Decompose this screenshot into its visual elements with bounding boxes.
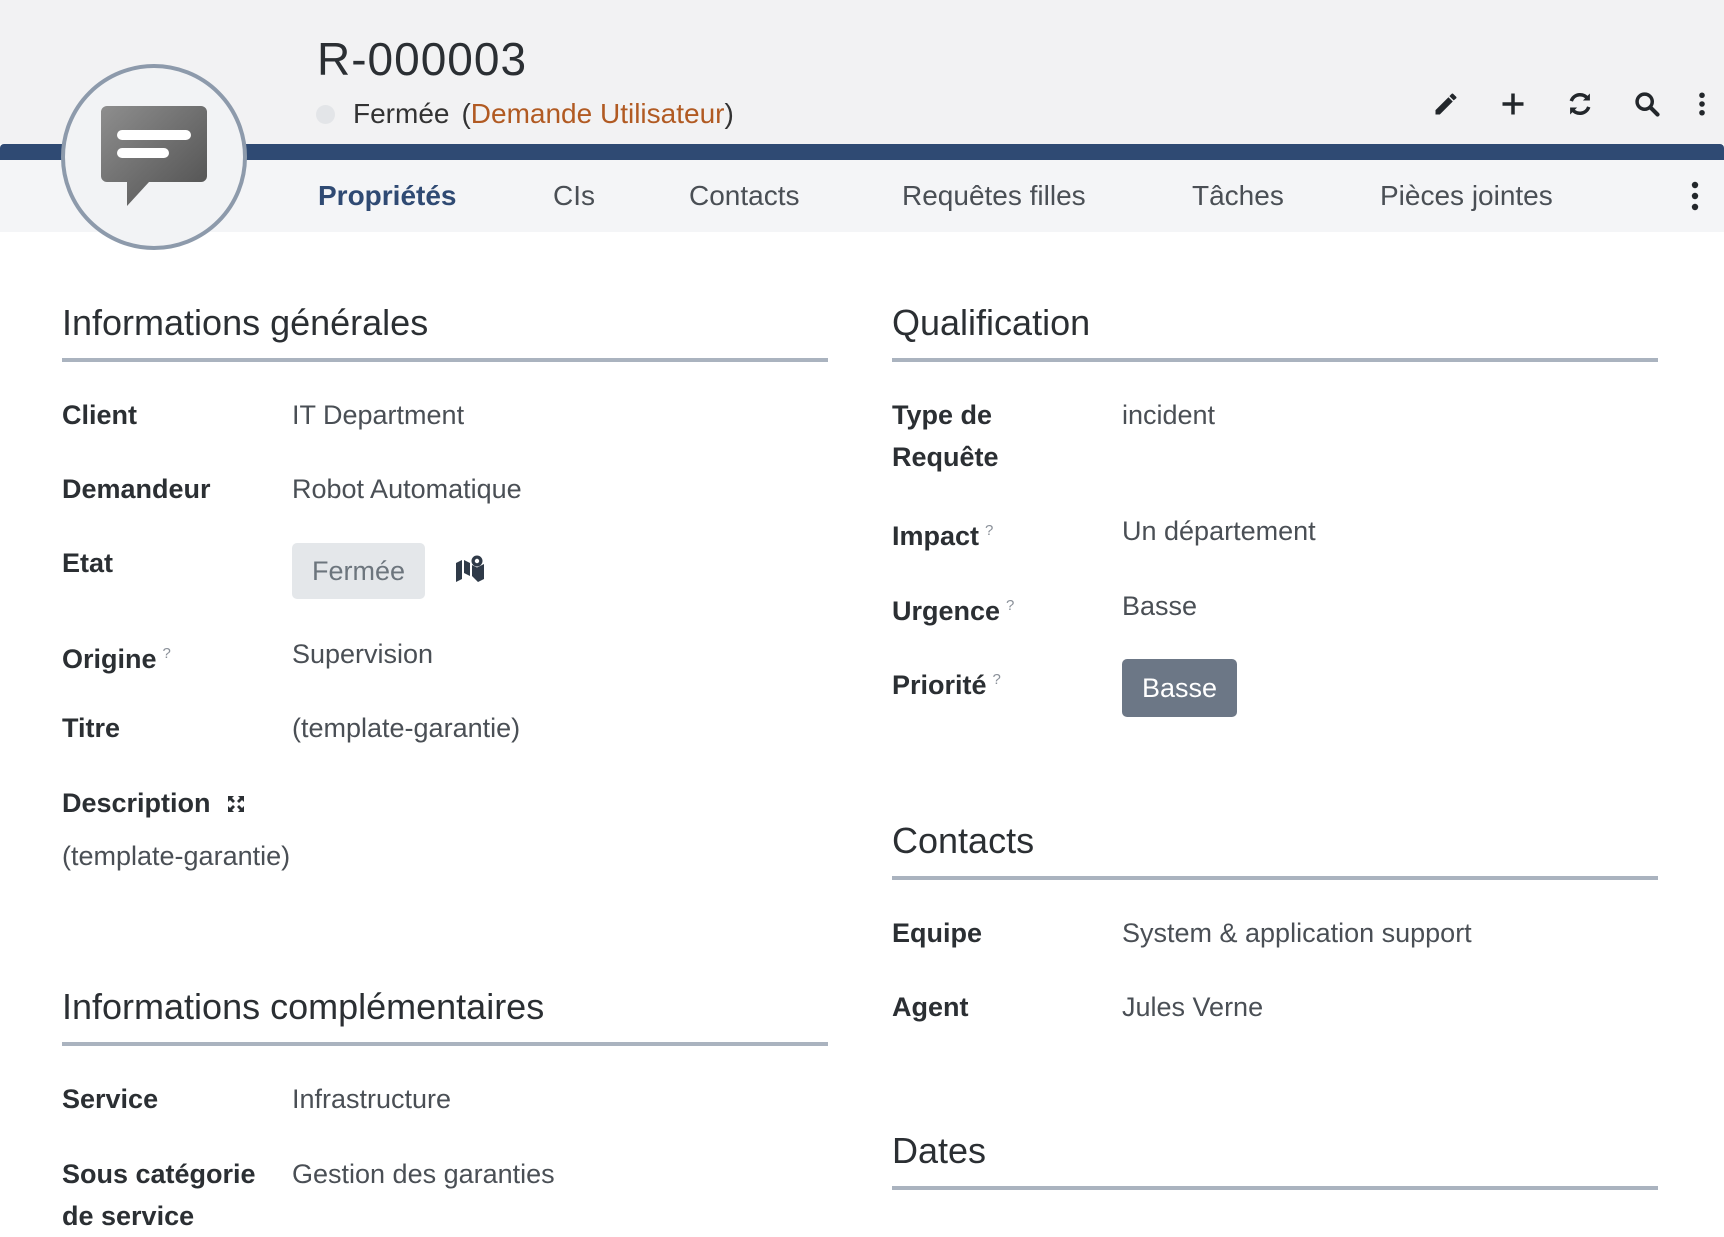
header-actions xyxy=(1412,82,1724,126)
field-label: Agent xyxy=(892,992,969,1022)
tab-bar: Propriétés CIs Contacts Requêtes filles … xyxy=(0,160,1724,232)
type-requete-value: incident xyxy=(1122,400,1216,430)
workflow-map-button[interactable] xyxy=(455,552,485,594)
etat-value: Fermée xyxy=(292,543,485,599)
search-icon xyxy=(1634,92,1660,117)
field-service: Service Infrastructure xyxy=(62,1078,828,1120)
type-close-paren: ) xyxy=(724,98,734,129)
urgence-value: Basse xyxy=(1122,591,1198,621)
field-priorite: Priorité? Basse xyxy=(892,659,1658,719)
client-link[interactable]: IT Department xyxy=(292,394,464,436)
field-type-requete: Type de Requête incident xyxy=(892,394,1658,478)
tab-contacts[interactable]: Contacts xyxy=(689,180,800,212)
service-link[interactable]: Infrastructure xyxy=(292,1078,451,1120)
chat-bubble-icon xyxy=(101,106,207,206)
field-description-label: Description xyxy=(62,782,828,824)
section-general-info: Informations générales xyxy=(62,302,828,362)
section-title: Dates xyxy=(892,1130,1658,1190)
edit-button[interactable] xyxy=(1412,82,1479,126)
tab-pieces-jointes[interactable]: Pièces jointes xyxy=(1380,180,1553,212)
equipe-link[interactable]: System & application support xyxy=(1122,912,1472,954)
field-label-line2: Requête xyxy=(892,442,999,472)
section-dates: Dates xyxy=(892,1130,1658,1190)
field-label: Sous catégorie xyxy=(62,1159,256,1189)
tab-cis[interactable]: CIs xyxy=(553,180,595,212)
priorite-value: Basse xyxy=(1122,659,1238,717)
tab-proprietes[interactable]: Propriétés xyxy=(318,180,457,212)
field-label: Urgence? xyxy=(892,596,1015,626)
header-accent-bar xyxy=(0,144,1724,160)
field-demandeur: Demandeur Robot Automatique xyxy=(62,468,828,510)
section-contacts: Contacts xyxy=(892,820,1658,880)
refresh-button[interactable] xyxy=(1546,82,1613,126)
priority-badge: Basse xyxy=(1122,659,1238,717)
field-label: Origine? xyxy=(62,644,171,674)
field-etat: Etat Fermée xyxy=(62,542,828,602)
refresh-icon xyxy=(1569,92,1590,116)
section-title: Qualification xyxy=(892,302,1658,362)
map-icon xyxy=(455,555,484,582)
type-open-paren: ( xyxy=(461,98,471,129)
add-button[interactable] xyxy=(1479,82,1546,126)
field-impact: Impact? Un département xyxy=(892,510,1658,552)
field-label: Equipe xyxy=(892,918,983,948)
tab-taches[interactable]: Tâches xyxy=(1192,180,1284,212)
plus-icon xyxy=(1502,93,1523,115)
request-type-link[interactable]: Demande Utilisateur xyxy=(471,98,725,130)
field-label: Titre xyxy=(62,713,121,743)
impact-value: Un département xyxy=(1122,516,1316,546)
section-title: Informations générales xyxy=(62,302,828,362)
agent-link[interactable]: Jules Verne xyxy=(1122,986,1263,1028)
field-origine: Origine? Supervision xyxy=(62,633,828,675)
field-titre: Titre (template-garantie) xyxy=(62,707,828,749)
tabs-more-button[interactable] xyxy=(1680,178,1710,214)
help-icon[interactable]: ? xyxy=(163,645,171,662)
description-value: (template-garantie) xyxy=(62,841,291,871)
object-status-line: Fermée (Demande Utilisateur) xyxy=(316,98,734,130)
expand-icon[interactable] xyxy=(226,794,246,814)
field-label-line2: de service xyxy=(62,1201,195,1231)
object-header: R-000003 Fermée (Demande Utilisateur) xyxy=(0,0,1724,144)
more-actions-button[interactable] xyxy=(1680,82,1724,126)
help-icon[interactable]: ? xyxy=(1006,597,1014,614)
titre-value: (template-garantie) xyxy=(292,713,521,743)
sous-categorie-link[interactable]: Gestion des garanties xyxy=(292,1153,555,1195)
help-icon[interactable]: ? xyxy=(985,522,993,539)
field-label: Type de xyxy=(892,400,993,430)
section-complementary-info: Informations complémentaires xyxy=(62,986,828,1046)
field-label: Description xyxy=(62,782,246,824)
field-label: Impact? xyxy=(892,521,994,551)
section-qualification: Qualification xyxy=(892,302,1658,362)
tab-requetes-filles[interactable]: Requêtes filles xyxy=(902,180,1086,212)
field-agent: Agent Jules Verne xyxy=(892,986,1658,1028)
object-avatar xyxy=(61,64,247,250)
more-vertical-icon xyxy=(1691,181,1699,211)
field-label: Service xyxy=(62,1084,159,1114)
field-sous-categorie: Sous catégorie de service Gestion des ga… xyxy=(62,1153,828,1237)
object-ref-title: R-000003 xyxy=(317,33,528,85)
field-label: Etat xyxy=(62,548,114,578)
field-label: Priorité? xyxy=(892,670,1001,700)
field-urgence: Urgence? Basse xyxy=(892,585,1658,627)
field-label: Demandeur xyxy=(62,474,211,504)
demandeur-link[interactable]: Robot Automatique xyxy=(292,468,522,510)
field-label: Client xyxy=(62,400,138,430)
section-title: Informations complémentaires xyxy=(62,986,828,1046)
pencil-icon xyxy=(1435,93,1456,115)
status-dot-icon xyxy=(316,104,335,124)
field-description-value: (template-garantie) xyxy=(62,835,828,877)
origine-value: Supervision xyxy=(292,639,434,669)
field-equipe: Equipe System & application support xyxy=(892,912,1658,954)
state-badge: Fermée xyxy=(292,543,426,599)
status-text: Fermée xyxy=(353,98,450,129)
field-client: Client IT Department xyxy=(62,394,828,436)
section-title: Contacts xyxy=(892,820,1658,880)
more-vertical-icon xyxy=(1699,92,1705,116)
search-button[interactable] xyxy=(1613,82,1680,126)
help-icon[interactable]: ? xyxy=(993,671,1001,688)
